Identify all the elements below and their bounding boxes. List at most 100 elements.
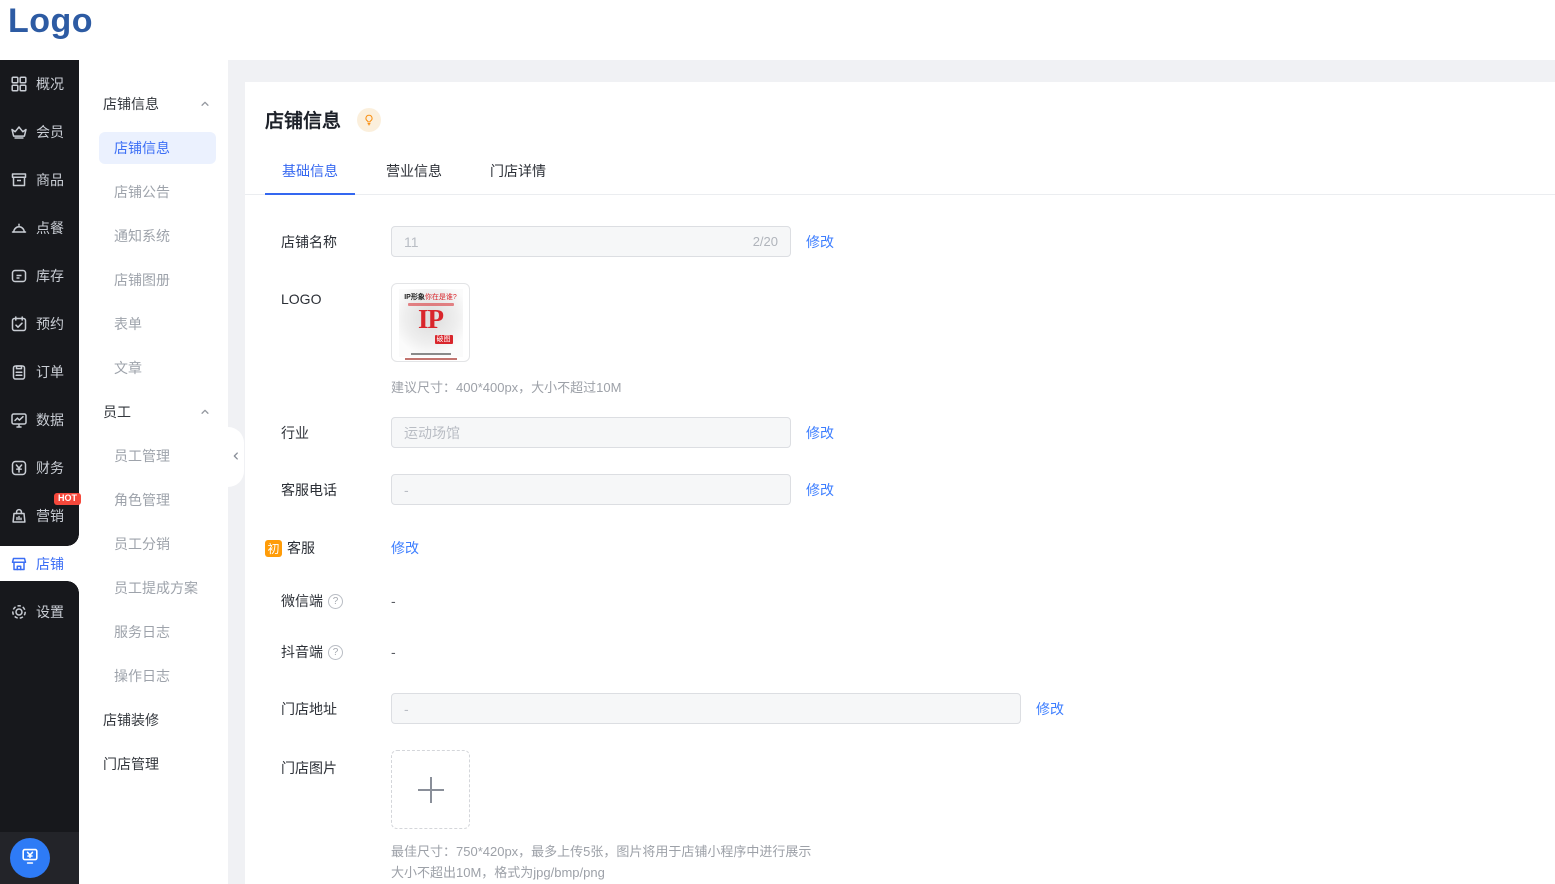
nav-group-staff[interactable]: 员工 [79, 390, 228, 434]
sidebar-item-forms[interactable]: 表单 [79, 302, 228, 346]
edit-address-link[interactable]: 修改 [1036, 699, 1064, 719]
edit-shop-name-link[interactable]: 修改 [806, 232, 834, 252]
shop-name-value: 11 [404, 234, 419, 250]
logo-art-ip: IP [399, 306, 463, 332]
sidebar-item-label: 库存 [36, 266, 64, 286]
grid-icon [9, 74, 29, 94]
sidebar-item-shop-album[interactable]: 店铺图册 [79, 258, 228, 302]
chevron-left-icon [231, 448, 241, 466]
brand-logo: Logo [8, 2, 93, 41]
tab-store-details[interactable]: 门店详情 [473, 161, 563, 194]
sidebar-item-label: 设置 [36, 602, 64, 622]
sidebar-item-shop-decoration[interactable]: 店铺装修 [79, 698, 228, 742]
sidebar-item-label: 概况 [36, 74, 64, 94]
main-content: 店铺信息 基础信息 营业信息 门店详情 店铺名称 11 2/20 修改 LOGO… [245, 82, 1555, 884]
sidebar-item-label: 店铺 [36, 554, 64, 574]
sidebar-item-label: 财务 [36, 458, 64, 478]
service-phone-value: - [404, 482, 409, 498]
douyin-row: 抖音端 ? - [281, 642, 1535, 662]
logo-row: LOGO IP形象你在是谁? IP 破图 建议尺寸：400*400px，大小不超… [281, 283, 1535, 396]
cloche-icon [9, 218, 29, 238]
inventory-icon [9, 266, 29, 286]
cashier-button[interactable] [10, 838, 50, 878]
tab-bar: 基础信息 营业信息 门店详情 [245, 161, 1555, 195]
customer-service-label: 客服 [287, 538, 315, 558]
wechat-label: 微信端 [281, 591, 323, 611]
sidebar-item-label: 商品 [36, 170, 64, 190]
sidebar-item-label: 会员 [36, 122, 64, 142]
industry-row: 行业 运动场馆 修改 [281, 417, 1535, 448]
sidebar-item-articles[interactable]: 文章 [79, 346, 228, 390]
douyin-label: 抖音端 [281, 642, 323, 662]
industry-label: 行业 [281, 423, 391, 443]
chevron-up-icon [200, 407, 210, 417]
sidebar-item-members[interactable]: 会员 [0, 108, 79, 156]
sidebar-item-finance[interactable]: 财务 [0, 444, 79, 492]
shop-name-input[interactable]: 11 2/20 [391, 226, 791, 257]
goods-box-icon [9, 170, 29, 190]
service-phone-input[interactable]: - [391, 474, 791, 505]
calendar-check-icon [9, 314, 29, 334]
nav-group-shop-info[interactable]: 店铺信息 [79, 82, 228, 126]
store-photos-row: 门店图片 最佳尺寸：750*420px，最多上传5张，图片将用于店铺小程序中进行… [281, 750, 1535, 883]
photo-upload-button[interactable] [391, 750, 470, 829]
edit-service-phone-link[interactable]: 修改 [806, 480, 834, 500]
hot-badge: HOT [54, 493, 81, 505]
logo-art-badge: 破图 [435, 335, 453, 344]
douyin-value: - [391, 644, 396, 660]
sidebar-item-staff-commission-plan[interactable]: 员工提成方案 [79, 566, 228, 610]
sidebar-item-label: 订单 [36, 362, 64, 382]
shop-name-label: 店铺名称 [281, 232, 391, 252]
sidebar-item-staff-distribution[interactable]: 员工分销 [79, 522, 228, 566]
address-input[interactable]: - [391, 693, 1021, 724]
logo-art-header-red: 你在是谁? [425, 294, 457, 301]
tab-basic-info[interactable]: 基础信息 [265, 161, 355, 194]
service-phone-row: 客服电话 - 修改 [281, 474, 1535, 505]
sidebar-item-operation-log[interactable]: 操作日志 [79, 654, 228, 698]
sidebar-item-shop-info[interactable]: 店铺信息 [99, 132, 216, 164]
lightbulb-icon[interactable] [357, 108, 381, 132]
photo-hint-line2: 大小不超出10M，格式为jpg/bmp/png [391, 862, 811, 883]
char-counter: 2/20 [753, 234, 778, 249]
sidebar-item-overview[interactable]: 概况 [0, 60, 79, 108]
shop-name-row: 店铺名称 11 2/20 修改 [281, 226, 1535, 257]
sidebar-item-shop[interactable]: 店铺 [0, 546, 79, 581]
sidebar-item-label: 预约 [36, 314, 64, 334]
ip-logo-art: IP形象你在是谁? IP 破图 [399, 289, 463, 357]
clipboard-icon [9, 362, 29, 382]
help-icon[interactable]: ? [328, 594, 343, 609]
sidebar-item-notification-system[interactable]: 通知系统 [79, 214, 228, 258]
industry-input[interactable]: 运动场馆 [391, 417, 791, 448]
storefront-icon [9, 554, 29, 574]
wechat-row: 微信端 ? - [281, 591, 1535, 611]
address-row: 门店地址 - 修改 [281, 693, 1535, 724]
sidebar-item-ordering[interactable]: 点餐 [0, 204, 79, 252]
sidebar-item-products[interactable]: 商品 [0, 156, 79, 204]
sidebar-item-service-log[interactable]: 服务日志 [79, 610, 228, 654]
tab-business-info[interactable]: 营业信息 [369, 161, 459, 194]
sidebar-item-settings[interactable]: 设置 [0, 588, 79, 636]
sidebar-item-data[interactable]: 数据 [0, 396, 79, 444]
sidebar-item-staff-management[interactable]: 员工管理 [79, 434, 228, 478]
nav-group-title: 员工 [103, 402, 131, 422]
address-label: 门店地址 [281, 699, 391, 719]
sidebar-item-booking[interactable]: 预约 [0, 300, 79, 348]
sidebar-item-orders[interactable]: 订单 [0, 348, 79, 396]
secondary-sidebar: 店铺信息 店铺信息 店铺公告 通知系统 店铺图册 表单 文章 员工 员工管理 角… [79, 60, 228, 884]
page-title: 店铺信息 [265, 106, 341, 133]
edit-industry-link[interactable]: 修改 [806, 423, 834, 443]
service-phone-label: 客服电话 [281, 480, 391, 500]
nav-group-title: 店铺信息 [103, 94, 159, 114]
sidebar-item-inventory[interactable]: 库存 [0, 252, 79, 300]
cashier-monitor-icon [19, 845, 41, 872]
sidebar-item-store-management[interactable]: 门店管理 [79, 742, 228, 786]
sidebar-collapse-handle[interactable] [228, 427, 244, 487]
help-icon[interactable]: ? [328, 645, 343, 660]
edit-customer-service-link[interactable]: 修改 [391, 538, 419, 558]
top-header: Logo [0, 0, 1555, 60]
sidebar-item-marketing[interactable]: HOT 营销 [0, 492, 79, 540]
shop-logo-image[interactable]: IP形象你在是谁? IP 破图 [391, 283, 470, 362]
beginner-badge-icon: 初 [265, 540, 282, 557]
sidebar-item-role-management[interactable]: 角色管理 [79, 478, 228, 522]
sidebar-item-shop-notice[interactable]: 店铺公告 [79, 170, 228, 214]
